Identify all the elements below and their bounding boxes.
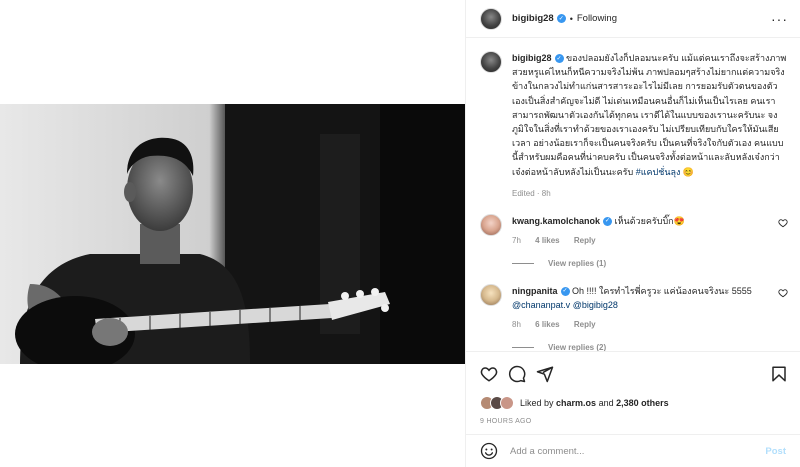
- comment-content: Oh !!!! ใครทำไรพี่ครูวะ แค่น้องคนจริงนะ …: [572, 285, 752, 296]
- commenter-username[interactable]: kwang.kamolchanok: [512, 216, 600, 226]
- actions-area: Liked by charm.os and 2,380 others 9 HOU…: [466, 351, 800, 425]
- caption-hashtag[interactable]: #แคปชั่นลุง: [636, 167, 681, 177]
- bookmark-icon[interactable]: [770, 365, 788, 383]
- view-replies-label: View replies (1): [548, 258, 607, 268]
- comment-emoji: 😍: [673, 215, 685, 226]
- comment-body: kwang.kamolchanok ✓ เห็นด้วยครับบิ๊ก😍 7h …: [512, 214, 788, 245]
- reply-button[interactable]: Reply: [574, 320, 596, 329]
- comment-icon[interactable]: [508, 365, 526, 383]
- post-comment-button[interactable]: Post: [765, 446, 786, 457]
- author-avatar[interactable]: [480, 7, 502, 30]
- view-replies-label: View replies (2): [548, 342, 607, 351]
- caption-emoji: 😊: [682, 166, 695, 177]
- comment-content: เห็นด้วยครับบิ๊ก: [614, 215, 674, 226]
- commenter-username[interactable]: ningpanita: [512, 286, 558, 296]
- post-media-area: [0, 0, 465, 467]
- liked-by-user[interactable]: charm.os: [556, 398, 596, 408]
- liked-by-and: and: [598, 398, 614, 408]
- comment-heart-icon[interactable]: [778, 218, 788, 228]
- verified-badge-icon: ✓: [560, 286, 570, 296]
- comment-text: kwang.kamolchanok ✓ เห็นด้วยครับบิ๊ก😍: [512, 214, 788, 228]
- caption-content: ของปลอมยังไงก็ปลอมนะครับ แม้แต่คนเราถึงจ…: [512, 53, 787, 177]
- liker-avatars: [480, 396, 514, 410]
- caption-body: bigibig28 ✓ ของปลอมยังไงก็ปลอมนะครับ แม้แ…: [512, 51, 788, 198]
- view-replies-button[interactable]: View replies (1): [512, 259, 788, 268]
- commenter-avatar[interactable]: [480, 283, 502, 306]
- post-time-ago[interactable]: 9 HOURS AGO: [480, 418, 788, 425]
- caption: bigibig28 ✓ ของปลอมยังไงก็ปลอมนะครับ แม้แ…: [480, 51, 788, 198]
- add-comment-bar: Post: [466, 434, 800, 467]
- caption-edited-meta: Edited · 8h: [512, 188, 551, 198]
- liked-by-others[interactable]: 2,380 others: [616, 398, 669, 408]
- caption-username[interactable]: bigibig28: [512, 53, 552, 63]
- replies-line: [512, 346, 534, 348]
- likes-summary: Liked by charm.os and 2,380 others: [480, 396, 788, 410]
- verified-badge-icon: ✓: [554, 54, 564, 64]
- comment-meta: 8h 6 likes Reply: [512, 320, 788, 329]
- replies-line: [512, 262, 534, 264]
- emoji-icon[interactable]: [480, 442, 498, 460]
- view-replies-button[interactable]: View replies (2): [512, 343, 788, 351]
- comment-heart-icon[interactable]: [778, 288, 788, 298]
- verified-badge-icon: ✓: [556, 14, 566, 23]
- photo-illustration: [0, 104, 465, 364]
- following-button[interactable]: Following: [577, 13, 617, 24]
- liker-avatar: [500, 396, 514, 410]
- separator-dot: •: [569, 13, 573, 24]
- comment-mention[interactable]: @bigibig28: [573, 300, 618, 310]
- post-details-panel: bigibig28 ✓ • Following ··· bigibig28 ✓ ข…: [465, 0, 800, 467]
- comment-text: ningpanita ✓ Oh !!!! ใครทำไรพี่ครูวะ แค่น…: [512, 284, 788, 312]
- comment-likes[interactable]: 6 likes: [535, 320, 559, 329]
- post-modal: bigibig28 ✓ • Following ··· bigibig28 ✓ ข…: [0, 0, 800, 467]
- comment-likes[interactable]: 4 likes: [535, 236, 559, 245]
- comment-meta: 7h 4 likes Reply: [512, 236, 788, 245]
- comment-mention[interactable]: @chananpat.v: [512, 300, 570, 310]
- more-options-icon[interactable]: ···: [771, 11, 788, 27]
- commenter-avatar[interactable]: [480, 213, 502, 236]
- comment-time[interactable]: 8h: [512, 320, 521, 329]
- comment-item: ningpanita ✓ Oh !!!! ใครทำไรพี่ครูวะ แค่น…: [480, 283, 788, 329]
- comments-scroll-area[interactable]: bigibig28 ✓ ของปลอมยังไงก็ปลอมนะครับ แม้แ…: [466, 39, 800, 351]
- add-comment-input[interactable]: [510, 445, 766, 457]
- comment-body: ningpanita ✓ Oh !!!! ใครทำไรพี่ครูวะ แค่น…: [512, 284, 788, 329]
- liked-by-prefix: Liked by: [520, 398, 554, 408]
- comment-time[interactable]: 7h: [512, 236, 521, 245]
- author-username[interactable]: bigibig28: [512, 13, 554, 24]
- reply-button[interactable]: Reply: [574, 236, 596, 245]
- caption-author-avatar[interactable]: [480, 51, 502, 73]
- share-icon[interactable]: [536, 365, 554, 383]
- caption-text: bigibig28 ✓ ของปลอมยังไงก็ปลอมนะครับ แม้แ…: [512, 51, 788, 179]
- post-photo[interactable]: [0, 104, 465, 364]
- heart-icon[interactable]: [480, 365, 498, 383]
- action-bar: [480, 364, 788, 384]
- verified-badge-icon: ✓: [603, 216, 613, 226]
- post-header: bigibig28 ✓ • Following ···: [466, 0, 800, 38]
- comment-item: kwang.kamolchanok ✓ เห็นด้วยครับบิ๊ก😍 7h …: [480, 213, 788, 245]
